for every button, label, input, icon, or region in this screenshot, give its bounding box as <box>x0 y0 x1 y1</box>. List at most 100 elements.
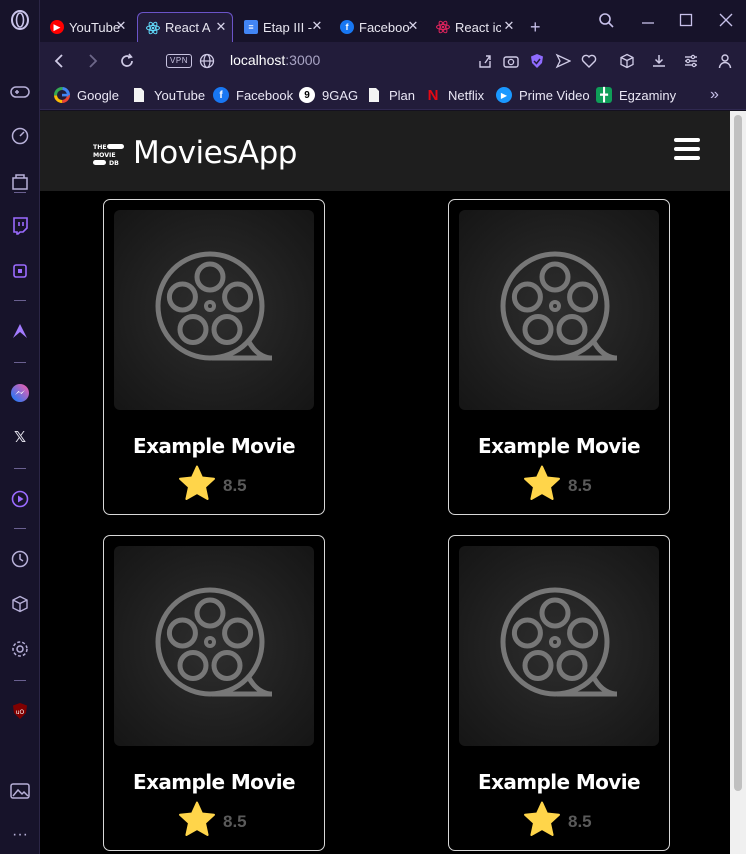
app-navbar: THE MOVIE DB MoviesApp <box>40 111 730 191</box>
cube-icon[interactable] <box>9 593 31 615</box>
speedometer-icon[interactable] <box>9 125 31 147</box>
bookmark-netflix[interactable]: N Netflix <box>425 86 485 104</box>
movie-card[interactable]: Example Movie 8.5 <box>103 535 325 851</box>
new-tab-button[interactable]: + <box>524 12 548 42</box>
bookmark-plan[interactable]: Plan <box>366 86 415 104</box>
close-window-icon[interactable] <box>714 10 738 30</box>
url-field[interactable]: localhost:3000 <box>230 52 320 68</box>
bookmark-label: Google <box>77 87 119 103</box>
movie-rating: 8.5 <box>523 465 592 506</box>
logo-line-the: THE <box>93 144 107 151</box>
rating-value: 8.5 <box>568 475 592 495</box>
chip-icon[interactable] <box>9 260 31 282</box>
bookmark-prime-video[interactable]: ▶ Prime Video <box>496 86 590 104</box>
reload-icon[interactable] <box>116 50 138 72</box>
gamepad-icon[interactable] <box>9 81 31 103</box>
search-tabs-icon[interactable] <box>594 10 618 30</box>
adblock-shield-icon[interactable] <box>528 52 546 70</box>
opera-logo-icon[interactable] <box>9 9 31 31</box>
scrollbar-thumb[interactable] <box>734 115 742 791</box>
vpn-badge[interactable]: VPN <box>166 54 192 68</box>
tab-react-icons[interactable]: React icons ✕ <box>428 12 520 42</box>
maximize-icon[interactable] <box>674 10 698 30</box>
bookmark-youtube[interactable]: YouTube <box>131 86 205 104</box>
messenger-icon[interactable] <box>9 382 31 404</box>
shopping-bag-icon[interactable] <box>9 170 31 192</box>
svg-text:uO: uO <box>16 709 25 716</box>
page-scrollbar[interactable] <box>730 111 746 854</box>
bookmarks-bar: Google YouTube f Facebook 9 9GAG Plan N … <box>40 80 746 110</box>
movie-title: Example Movie <box>478 770 641 794</box>
tab-facebook[interactable]: f Facebook ✕ <box>332 12 424 42</box>
ublock-shield-icon[interactable]: uO <box>9 700 31 722</box>
movie-title: Example Movie <box>133 770 296 794</box>
tab-youtube[interactable]: ▶ YouTube ✕ <box>42 12 132 42</box>
logo-line-db: DB <box>109 160 119 166</box>
minimize-icon[interactable] <box>636 10 660 30</box>
player-icon[interactable] <box>9 488 31 510</box>
movie-card[interactable]: Example Movie 8.5 <box>448 199 670 515</box>
tab-title: React App <box>165 20 211 35</box>
camera-icon[interactable] <box>502 52 520 70</box>
star-icon <box>178 465 216 506</box>
tab-title: Etap III - <box>263 19 313 35</box>
bookmark-egzaminy[interactable]: ╋ Egzaminy <box>596 86 676 104</box>
back-arrow-icon[interactable] <box>48 50 70 72</box>
profile-icon[interactable] <box>716 52 734 70</box>
aria-icon[interactable] <box>9 320 31 342</box>
facebook-icon: f <box>213 87 229 103</box>
film-reel-icon <box>459 546 659 746</box>
tab-title: Facebook <box>359 19 409 35</box>
star-icon <box>523 801 561 842</box>
gallery-icon[interactable] <box>9 780 31 802</box>
more-dots-icon[interactable]: ··· <box>9 824 31 846</box>
bookmark-facebook[interactable]: f Facebook <box>213 86 293 104</box>
download-icon[interactable] <box>650 52 668 70</box>
sheets-icon: ╋ <box>596 87 612 103</box>
movie-card[interactable]: Example Movie 8.5 <box>448 535 670 851</box>
share-icon[interactable] <box>476 52 494 70</box>
movie-card[interactable]: Example Movie 8.5 <box>103 199 325 515</box>
app-title: MoviesApp <box>133 135 297 171</box>
movie-rating: 8.5 <box>178 465 247 506</box>
react-icon <box>436 20 450 34</box>
close-tab-icon[interactable]: ✕ <box>502 19 516 33</box>
x-twitter-icon[interactable]: 𝕏 <box>9 426 31 448</box>
more-bookmarks-button[interactable]: » <box>710 86 719 104</box>
history-clock-icon[interactable] <box>9 548 31 570</box>
forward-arrow-icon[interactable] <box>82 50 104 72</box>
bookmark-label: Netflix <box>448 87 485 103</box>
hamburger-menu-icon[interactable] <box>674 138 700 162</box>
tab-etap[interactable]: ≡ Etap III - ✕ <box>236 12 328 42</box>
film-reel-icon <box>459 210 659 410</box>
film-reel-icon <box>114 210 314 410</box>
movie-title: Example Movie <box>133 434 296 458</box>
globe-icon[interactable] <box>198 52 216 70</box>
rating-value: 8.5 <box>223 475 247 495</box>
netflix-icon: N <box>427 86 439 104</box>
tab-react-app[interactable]: React App ✕ <box>137 12 233 42</box>
settings-gear-icon[interactable] <box>9 638 31 660</box>
bookmark-9gag[interactable]: 9 9GAG <box>299 86 358 104</box>
star-icon <box>178 801 216 842</box>
heart-icon[interactable] <box>580 52 598 70</box>
extensions-cube-icon[interactable] <box>618 52 636 70</box>
page-icon <box>131 87 147 103</box>
rating-value: 8.5 <box>223 811 247 831</box>
easy-setup-sliders-icon[interactable] <box>682 52 700 70</box>
bookmark-label: Egzaminy <box>619 87 677 103</box>
youtube-icon: ▶ <box>50 20 64 34</box>
browser-sidebar: 𝕏 uO ··· <box>0 0 40 854</box>
send-icon[interactable] <box>554 52 572 70</box>
close-tab-icon[interactable]: ✕ <box>310 19 324 33</box>
tab-title: React icons <box>455 19 501 35</box>
twitch-icon[interactable] <box>9 215 31 237</box>
tmdb-logo[interactable]: THE MOVIE DB <box>92 142 126 167</box>
url-port: :3000 <box>285 52 321 68</box>
react-icon <box>146 21 160 35</box>
close-tab-icon[interactable]: ✕ <box>214 20 228 34</box>
close-tab-icon[interactable]: ✕ <box>114 19 128 33</box>
close-tab-icon[interactable]: ✕ <box>406 19 420 33</box>
movie-rating: 8.5 <box>523 801 592 842</box>
bookmark-google[interactable]: Google <box>54 86 119 104</box>
